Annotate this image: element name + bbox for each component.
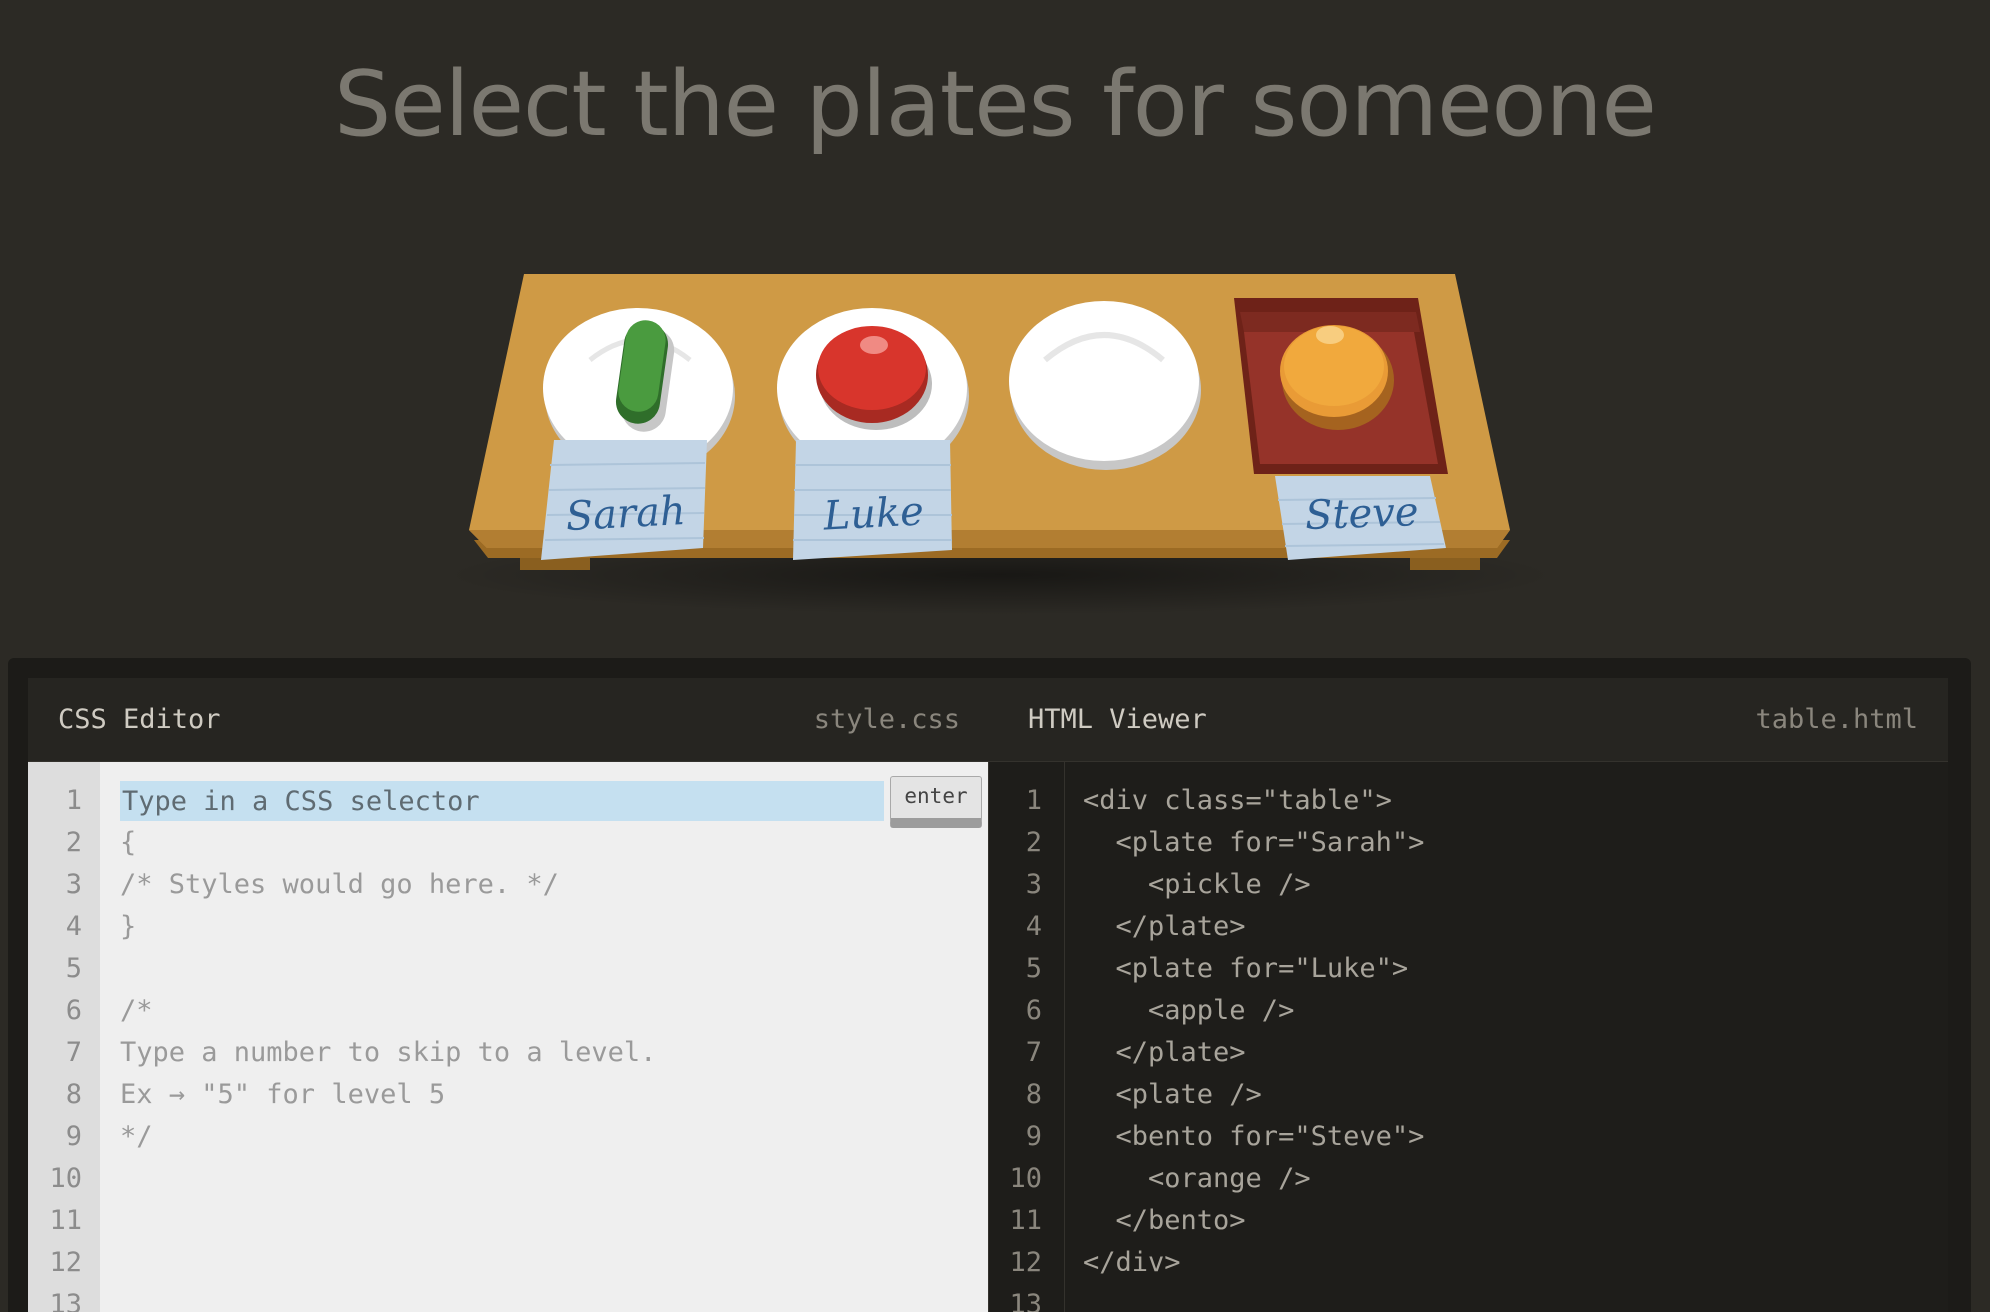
html-viewer-title: HTML Viewer bbox=[1028, 704, 1207, 735]
line-number: 12 bbox=[1009, 1247, 1042, 1278]
line-number: 6 bbox=[1025, 995, 1042, 1026]
code-line: </plate> bbox=[1083, 911, 1246, 942]
line-number: 2 bbox=[65, 827, 82, 858]
code-line: <plate for="Luke"> bbox=[1083, 953, 1409, 984]
name-tag-luke: Luke bbox=[793, 440, 952, 560]
css-editor-title: CSS Editor bbox=[58, 704, 221, 735]
line-number: 1 bbox=[65, 785, 82, 816]
line-number: 6 bbox=[65, 995, 82, 1026]
line-number: 4 bbox=[65, 911, 82, 942]
line-number: 3 bbox=[65, 869, 82, 900]
line-number: 2 bbox=[1025, 827, 1042, 858]
code-line: <orange /> bbox=[1083, 1163, 1311, 1194]
code-line: </div> bbox=[1083, 1247, 1181, 1278]
code-line: </bento> bbox=[1083, 1205, 1246, 1236]
html-viewer-body: 1 2 3 4 5 6 7 8 9 10 11 12 13 <div class="table"> <p… bbox=[988, 762, 1948, 1312]
line-number: 7 bbox=[1025, 1037, 1042, 1068]
line-number: 9 bbox=[1025, 1121, 1042, 1152]
code-line: <bento for="Steve"> bbox=[1083, 1121, 1425, 1152]
name-tag-sarah: Sarah bbox=[541, 440, 707, 560]
code-line: <pickle /> bbox=[1083, 869, 1311, 900]
line-number: 8 bbox=[65, 1079, 82, 1110]
editor-frame: CSS Editor style.css 1 2 3 4 5 6 7 8 9 10 11 12 13 {… bbox=[8, 658, 1971, 1312]
css-editor-pane: CSS Editor style.css 1 2 3 4 5 6 7 8 9 10 11 12 13 {… bbox=[28, 678, 988, 1312]
code-line: <plate for="Sarah"> bbox=[1083, 827, 1425, 858]
code-line: </plate> bbox=[1083, 1037, 1246, 1068]
code-line: <apple /> bbox=[1083, 995, 1295, 1026]
css-editor-body: 1 2 3 4 5 6 7 8 9 10 11 12 13 {/* Styles would go he… bbox=[28, 762, 988, 1312]
code-line: <div class="table"> bbox=[1083, 785, 1392, 816]
table-scene: Sarah Luke Steve bbox=[0, 250, 1990, 630]
html-viewer-header: HTML Viewer table.html bbox=[988, 678, 1948, 762]
code-line: Type a number to skip to a level. bbox=[120, 1037, 657, 1068]
css-editor-filename: style.css bbox=[813, 704, 960, 735]
level-instruction: Select the plates for someone bbox=[334, 52, 1657, 157]
html-line-numbers: 1 2 3 4 5 6 7 8 9 10 11 12 13 bbox=[989, 762, 1065, 1312]
line-number: 12 bbox=[49, 1247, 82, 1278]
line-number: 13 bbox=[49, 1289, 82, 1312]
line-number: 1 bbox=[1025, 785, 1042, 816]
line-number: 10 bbox=[49, 1163, 82, 1194]
code-line: { bbox=[120, 827, 137, 858]
css-code-area: { /* Styles would go here. */} /* Type a nu… bbox=[120, 780, 968, 1158]
line-number: 5 bbox=[1025, 953, 1042, 984]
line-number: 11 bbox=[1009, 1205, 1042, 1236]
code-line: /* Styles would go here. */ bbox=[120, 869, 559, 900]
code-line: Ex → "5" for level 5 bbox=[120, 1079, 446, 1110]
line-number: 3 bbox=[1025, 869, 1042, 900]
line-number: 9 bbox=[65, 1121, 82, 1152]
html-viewer-filename: table.html bbox=[1755, 704, 1918, 735]
code-line: /* bbox=[120, 995, 153, 1026]
name-tag-sarah-label: Sarah bbox=[565, 488, 687, 540]
html-code-area: <div class="table"> <plate for="Sarah"> … bbox=[1083, 780, 1928, 1284]
enter-button[interactable]: enter bbox=[890, 776, 982, 828]
line-number: 8 bbox=[1025, 1079, 1042, 1110]
html-viewer-pane: HTML Viewer table.html 1 2 3 4 5 6 7 8 9 10 11 12 13… bbox=[988, 678, 1948, 1312]
line-number: 11 bbox=[49, 1205, 82, 1236]
name-tag-steve-label: Steve bbox=[1304, 489, 1419, 539]
line-number: 13 bbox=[1009, 1289, 1042, 1312]
line-number: 7 bbox=[65, 1037, 82, 1068]
code-line: } bbox=[120, 911, 137, 942]
line-number: 10 bbox=[1009, 1163, 1042, 1194]
name-tag-luke-label: Luke bbox=[821, 488, 925, 539]
plate-empty[interactable] bbox=[1009, 301, 1201, 470]
line-number: 5 bbox=[65, 953, 82, 984]
css-editor-header: CSS Editor style.css bbox=[28, 678, 988, 762]
css-selector-input[interactable] bbox=[120, 781, 884, 821]
name-tag-steve: Steve bbox=[1275, 476, 1446, 560]
css-line-numbers: 1 2 3 4 5 6 7 8 9 10 11 12 13 bbox=[28, 762, 100, 1312]
code-line: */ bbox=[120, 1121, 153, 1152]
code-line: <plate /> bbox=[1083, 1079, 1262, 1110]
line-number: 4 bbox=[1025, 911, 1042, 942]
